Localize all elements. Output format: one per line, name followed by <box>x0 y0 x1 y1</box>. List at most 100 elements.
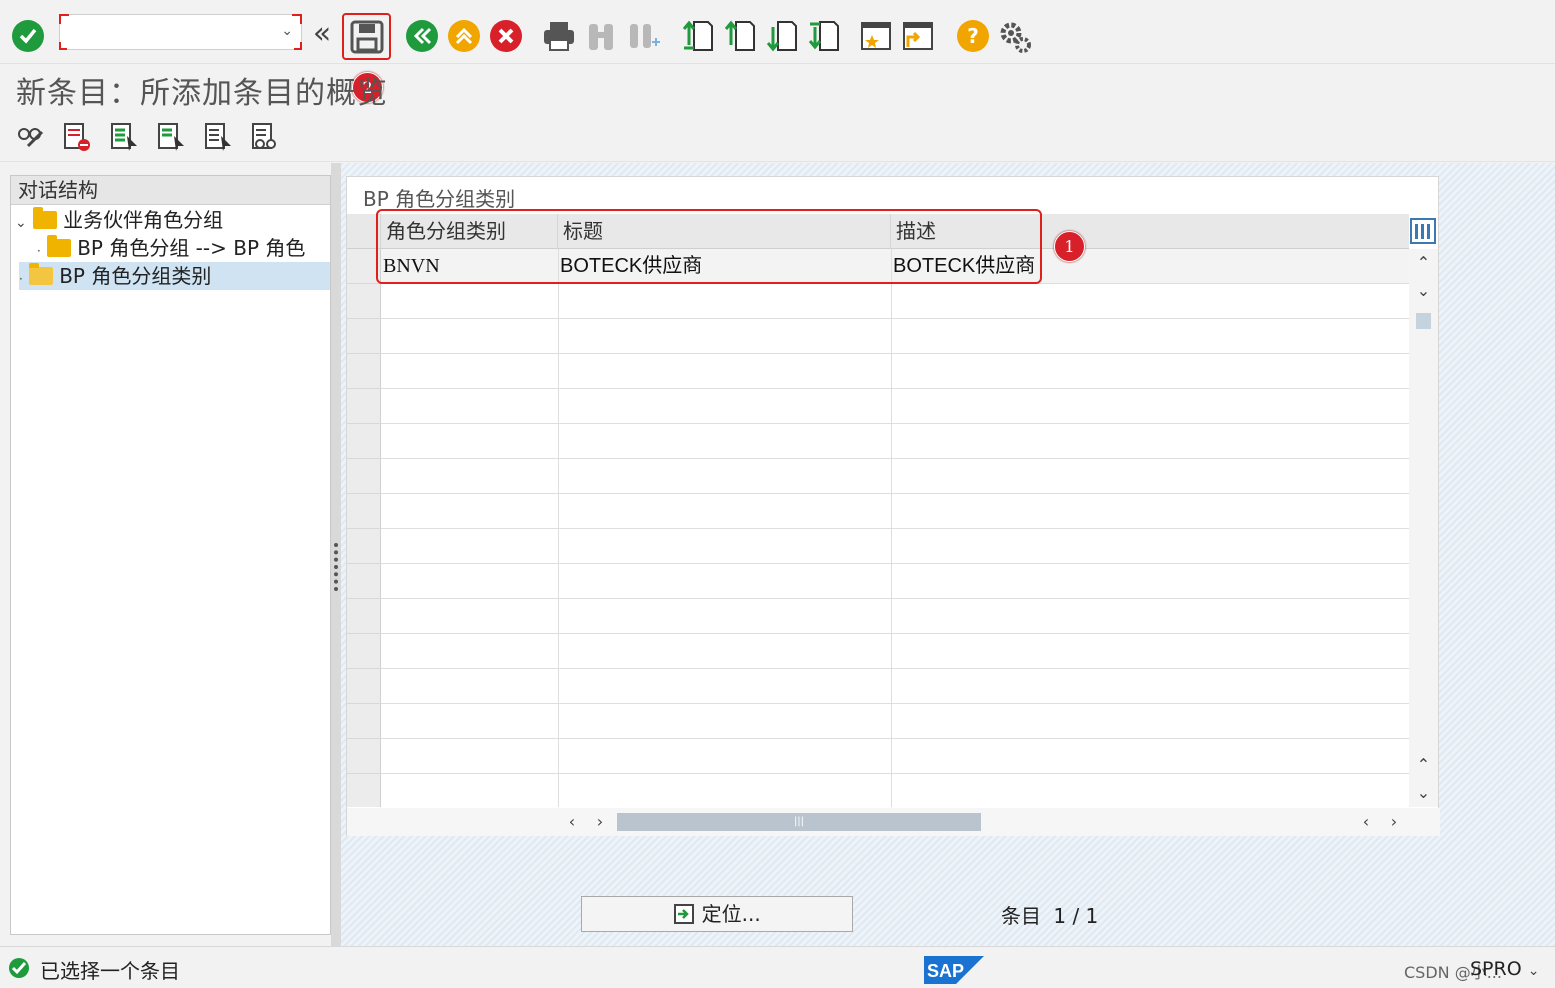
chevron-down-icon[interactable]: ⌄ <box>281 23 293 39</box>
table-control: 角色分组类别 标题 描述 BNVN BOTECK供应商 BOTECK供应商 ⌃ … <box>347 214 1440 809</box>
save-highlight <box>342 13 391 60</box>
command-field[interactable]: ⌄ <box>59 14 302 50</box>
tree-header: 对话结构 <box>11 176 330 205</box>
table-row <box>381 388 1409 389</box>
application-toolbar <box>0 112 1555 162</box>
entry-counter: 条目 1 / 1 <box>1001 900 1098 929</box>
locate-button-label: 定位... <box>701 902 761 926</box>
row-selector[interactable] <box>347 564 381 599</box>
find-icon[interactable] <box>586 20 616 52</box>
rows-highlight <box>376 209 1042 284</box>
row-selector[interactable] <box>347 424 381 459</box>
enter-icon[interactable] <box>12 20 44 52</box>
table-row <box>381 528 1409 529</box>
find-next-icon[interactable] <box>628 20 660 52</box>
tree-node-group-to-role[interactable]: · BP 角色分组 --> BP 角色 <box>37 234 305 262</box>
command-input[interactable] <box>66 15 276 49</box>
table-row <box>381 423 1409 424</box>
row-selector[interactable] <box>347 354 381 389</box>
table-row <box>381 738 1409 739</box>
pane-splitter[interactable] <box>331 163 341 946</box>
print-icon[interactable] <box>542 20 576 52</box>
collapse-icon[interactable]: « <box>308 19 336 49</box>
row-selector[interactable] <box>347 529 381 564</box>
scroll-thumb[interactable] <box>1416 313 1431 329</box>
table-row <box>381 353 1409 354</box>
delete-entry-icon[interactable] <box>62 122 92 152</box>
new-session-icon[interactable] <box>860 19 892 53</box>
table-row <box>381 563 1409 564</box>
next-page-icon[interactable] <box>766 19 798 53</box>
tree-node-label: 业务伙伴角色分组 <box>63 208 224 232</box>
select-block-icon[interactable] <box>156 122 186 152</box>
entry-count-value: 1 / 1 <box>1053 904 1099 928</box>
table-row <box>381 703 1409 704</box>
row-selector-column <box>347 249 381 809</box>
row-selector[interactable] <box>347 669 381 704</box>
folder-icon <box>33 207 58 229</box>
row-selector[interactable] <box>347 599 381 634</box>
compare-icon[interactable] <box>250 122 280 152</box>
row-selector[interactable] <box>347 284 381 319</box>
scroll-up-icon[interactable]: ⌃ <box>1409 249 1438 277</box>
back-icon[interactable] <box>406 20 438 52</box>
row-selector[interactable] <box>347 634 381 669</box>
annotation-badge-1: 1 <box>1054 231 1085 262</box>
cancel-icon[interactable] <box>490 20 522 52</box>
locate-button[interactable]: 定位... <box>581 896 853 932</box>
scroll-left-icon[interactable]: ‹ <box>558 808 586 836</box>
table-row <box>381 668 1409 669</box>
row-selector[interactable] <box>347 459 381 494</box>
scroll-right-icon[interactable]: › <box>586 808 614 836</box>
table-row <box>381 493 1409 494</box>
scroll-page-up-icon[interactable]: ⌃ <box>1409 751 1438 779</box>
row-selector[interactable] <box>347 389 381 424</box>
tree-node-label: BP 角色分组类别 <box>59 264 212 288</box>
entry-label: 条目 <box>1001 904 1041 928</box>
open-folder-icon <box>29 263 54 285</box>
row-selector[interactable] <box>347 319 381 354</box>
status-bar: 已选择一个条目 SAP CSDN @小... SPRO ⌄ <box>0 946 1555 988</box>
locate-icon <box>674 904 695 924</box>
row-selector[interactable] <box>347 704 381 739</box>
sap-logo: SAP <box>924 956 984 984</box>
table-row <box>381 598 1409 599</box>
tree-node-role-group-category[interactable]: · BP 角色分组类别 <box>19 262 330 290</box>
horizontal-scrollbar[interactable]: ‹ › ||| ‹ › <box>347 808 1440 836</box>
success-check-icon <box>8 957 30 979</box>
select-all-icon[interactable] <box>109 122 139 152</box>
chevron-down-icon[interactable]: ⌄ <box>1528 963 1540 979</box>
scroll-right-icon[interactable]: › <box>1380 808 1408 836</box>
status-message[interactable]: 已选择一个条目 <box>40 955 180 984</box>
scroll-left-icon[interactable]: ‹ <box>1352 808 1380 836</box>
deselect-all-icon[interactable] <box>203 122 233 152</box>
last-page-icon[interactable] <box>808 19 840 53</box>
table-row <box>381 773 1409 774</box>
chevron-down-icon[interactable]: ⌄ <box>15 215 27 231</box>
folder-icon <box>47 235 72 257</box>
horizontal-scroll-thumb[interactable]: ||| <box>617 813 981 831</box>
row-selector[interactable] <box>347 774 381 809</box>
column-settings-icon[interactable] <box>1410 218 1436 244</box>
display-change-icon[interactable] <box>16 122 46 152</box>
shortcut-icon[interactable] <box>902 19 934 53</box>
table-row <box>381 458 1409 459</box>
table-row <box>381 633 1409 634</box>
settings-gear-icon[interactable] <box>998 20 1032 54</box>
tree-node-label: BP 角色分组 --> BP 角色 <box>77 236 306 260</box>
previous-page-icon[interactable] <box>724 19 756 53</box>
vertical-scrollbar[interactable]: ⌃ ⌄ ⌃ ⌄ <box>1409 249 1438 807</box>
tree-node-business-partner-role-group[interactable]: ⌄ 业务伙伴角色分组 <box>15 206 223 234</box>
help-icon[interactable]: ? <box>957 20 989 52</box>
scroll-down-icon[interactable]: ⌄ <box>1409 277 1438 305</box>
table-row <box>381 318 1409 319</box>
exit-icon[interactable] <box>448 20 480 52</box>
row-selector[interactable] <box>347 739 381 774</box>
row-selector[interactable] <box>347 494 381 529</box>
scroll-page-down-icon[interactable]: ⌄ <box>1409 779 1438 807</box>
system-toolbar: ⌄ « 2 ? <box>0 0 1555 103</box>
first-page-icon[interactable] <box>682 19 714 53</box>
page-title: 新条目：所添加条目的概览 <box>16 76 388 111</box>
system-name-label: SPRO <box>1470 958 1522 980</box>
system-name[interactable]: SPRO ⌄ <box>1470 958 1539 980</box>
